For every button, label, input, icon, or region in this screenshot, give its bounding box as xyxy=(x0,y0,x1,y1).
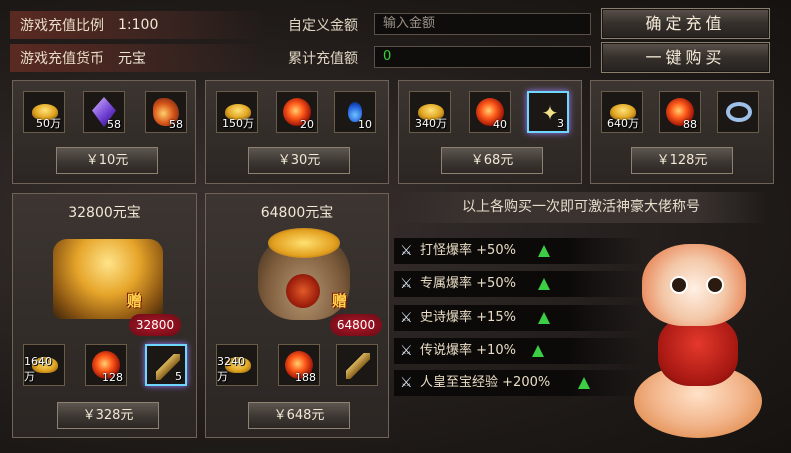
price-button-68[interactable]: ￥68元 xyxy=(441,147,543,174)
custom-amount-placeholder: 输入金额 xyxy=(383,16,436,31)
total-recharge-value: 0 xyxy=(383,49,392,64)
price-button-128[interactable]: ￥128元 xyxy=(631,147,733,174)
item-count: 10 xyxy=(358,118,372,131)
pack-item-slot[interactable]: 88 xyxy=(659,91,701,133)
item-count: 50万 xyxy=(36,117,61,130)
dragon-mascot-icon xyxy=(628,236,771,446)
bonus-row: ⚔ 史诗爆率 +15% xyxy=(394,305,644,331)
recharge-window: 游戏充值比例 1:100 游戏充值货币 元宝 自定义金额 输入金额 累计充值额 … xyxy=(0,0,791,453)
bonus-row: ⚔ 打怪爆率 +50% xyxy=(394,238,644,264)
bonus-row: ⚔ 人皇至宝经验 +200% xyxy=(394,370,644,396)
pack-title: 64800元宝 xyxy=(260,205,334,221)
item-count: 150万 xyxy=(222,117,254,130)
arrow-up-icon xyxy=(578,377,590,389)
item-count: 1640万 xyxy=(24,355,52,383)
item-count: 3240万 xyxy=(217,355,245,383)
ratio-value: 1:100 xyxy=(118,17,159,33)
bonus-label: 史诗爆率 xyxy=(420,310,473,325)
pack-item-slot[interactable] xyxy=(717,91,759,133)
pack-item-slot[interactable] xyxy=(336,344,378,386)
price-button-648[interactable]: ￥648元 xyxy=(248,402,350,429)
item-count: 58 xyxy=(169,118,183,131)
bonus-row: ⚔ 专属爆率 +50% xyxy=(394,271,644,297)
ratio-label: 游戏充值比例 xyxy=(20,18,104,34)
sword-icon: ⚔ xyxy=(400,310,413,326)
arrow-up-icon xyxy=(538,278,550,290)
arrow-up-icon xyxy=(538,312,550,324)
gift-value: 64800 xyxy=(330,314,382,336)
pack-item-slot[interactable]: 1640万 xyxy=(23,344,65,386)
pack-panel-328: 32800元宝 赠 32800 1640万 128 5 ￥328元 xyxy=(12,193,197,438)
total-recharge-field: 0 xyxy=(374,46,591,68)
pack-item-slot[interactable]: 640万 xyxy=(601,91,643,133)
pack-item-slot[interactable]: 128 xyxy=(85,344,127,386)
item-count: 340万 xyxy=(415,117,447,130)
item-count: 20 xyxy=(300,118,314,131)
buy-all-button[interactable]: 一键购买 xyxy=(601,42,770,73)
currency-row: 游戏充值货币 元宝 xyxy=(10,44,265,72)
arrow-up-icon xyxy=(538,245,550,257)
pack-item-slot[interactable]: 150万 xyxy=(216,91,258,133)
silver-ring-icon xyxy=(726,102,752,122)
pack-item-slot[interactable]: 50万 xyxy=(23,91,65,133)
currency-label: 游戏充值货币 xyxy=(20,51,104,67)
arrow-up-icon xyxy=(532,345,544,357)
scroll-icon xyxy=(346,353,370,379)
pack-panel-648: 64800元宝 赠 64800 3240万 188 ￥648元 xyxy=(205,193,389,438)
item-count: 88 xyxy=(683,118,697,131)
bonus-label: 传说爆率 xyxy=(420,343,473,358)
pack-panel-30: 150万 20 10 ￥30元 xyxy=(205,80,389,184)
pack-panel-68: 340万 40 ✦ 3 ￥68元 xyxy=(398,80,582,184)
treasure-chest-icon xyxy=(53,239,163,319)
bonus-value: +10% xyxy=(476,343,516,358)
pack-panel-128: 640万 88 ￥128元 xyxy=(590,80,774,184)
pack-item-slot[interactable]: 10 xyxy=(334,91,376,133)
currency-value: 元宝 xyxy=(118,51,146,67)
pack-title: 32800元宝 xyxy=(68,205,141,221)
bonus-row: ⚔ 传说爆率 +10% xyxy=(394,338,644,364)
sword-icon: ⚔ xyxy=(400,243,413,259)
pack-item-slot[interactable]: 340万 xyxy=(409,91,451,133)
confirm-recharge-button[interactable]: 确定充值 xyxy=(601,8,770,39)
ratio-row: 游戏充值比例 1:100 xyxy=(10,11,265,39)
item-count: 40 xyxy=(493,118,507,131)
pack-item-slot[interactable]: 40 xyxy=(469,91,511,133)
bonus-value: +15% xyxy=(476,310,516,325)
price-button-328[interactable]: ￥328元 xyxy=(57,402,159,429)
bonus-heading: 以上各购买一次即可激活神豪大佬称号 xyxy=(394,192,768,223)
pack-item-slot[interactable]: 3240万 xyxy=(216,344,258,386)
item-count: 5 xyxy=(175,370,182,383)
bonus-label: 打怪爆率 xyxy=(420,243,473,258)
item-count: 3 xyxy=(557,117,564,130)
bonus-value: +50% xyxy=(476,243,516,258)
sword-icon: ⚔ xyxy=(400,276,413,292)
custom-amount-label: 自定义金额 xyxy=(288,18,358,34)
item-count: 640万 xyxy=(607,117,639,130)
custom-amount-input[interactable]: 输入金额 xyxy=(374,13,591,35)
price-button-10[interactable]: ￥10元 xyxy=(56,147,158,174)
gift-tag: 赠 xyxy=(127,292,143,310)
bonus-value: +200% xyxy=(502,375,551,390)
item-count: 128 xyxy=(102,371,123,384)
sword-icon: ⚔ xyxy=(400,375,413,391)
total-recharge-label: 累计充值额 xyxy=(288,51,358,67)
bonus-label: 人皇至宝经验 xyxy=(420,375,499,390)
pack-item-slot[interactable]: 20 xyxy=(276,91,318,133)
bonus-value: +50% xyxy=(476,276,516,291)
price-button-30[interactable]: ￥30元 xyxy=(248,147,350,174)
item-count: 188 xyxy=(295,371,316,384)
pack-item-slot[interactable]: 5 xyxy=(145,344,187,386)
pack-panel-10: 50万 58 58 ￥10元 xyxy=(12,80,196,184)
pack-item-slot[interactable]: 58 xyxy=(83,91,125,133)
pack-item-slot[interactable]: 58 xyxy=(145,91,187,133)
pack-item-slot[interactable]: ✦ 3 xyxy=(527,91,569,133)
item-count: 58 xyxy=(107,118,121,131)
gift-tag: 赠 xyxy=(332,292,348,310)
gift-value: 32800 xyxy=(129,314,181,336)
bonus-label: 专属爆率 xyxy=(420,276,473,291)
sword-icon: ⚔ xyxy=(400,343,413,359)
pack-item-slot[interactable]: 188 xyxy=(278,344,320,386)
